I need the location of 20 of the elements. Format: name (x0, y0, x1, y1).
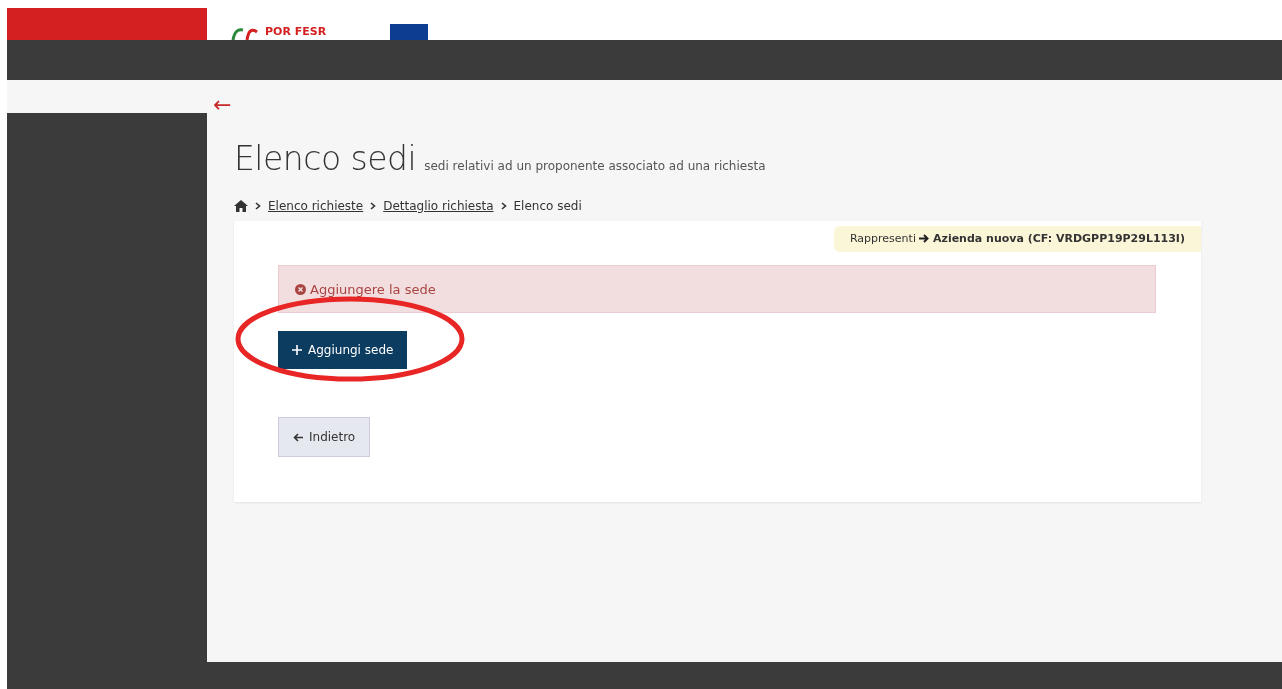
chevron-icon (255, 201, 261, 210)
home-icon[interactable] (234, 199, 248, 212)
page-title: Elenco sedi (234, 139, 417, 179)
arrow-icon (919, 233, 930, 243)
alert-message: Aggiungere la sede (278, 264, 1156, 313)
flag-icon (390, 24, 429, 40)
error-icon (295, 283, 306, 295)
breadcrumb-link[interactable]: Dettaglio richiesta (383, 196, 494, 215)
arrow-icon (293, 432, 303, 442)
breadcrumb-link[interactable]: Elenco richieste (268, 196, 364, 215)
breadcrumb-current: Elenco sedi (513, 197, 582, 215)
plus-icon (292, 345, 302, 356)
chevron-icon (370, 201, 377, 210)
back-link[interactable]: ← (213, 92, 232, 117)
page-subtitle: sedi relativi ad un proponente associato ad una richiesta (424, 158, 766, 175)
logo-text: POR FESR (265, 24, 327, 40)
back-button[interactable]: Indietro (278, 416, 371, 457)
add-button[interactable]: Aggiungi sede (278, 330, 408, 369)
chevron-icon (500, 201, 507, 210)
representation-badge: Rappresenti Azienda nuova (CF: VRDGPP19P29L113I) (833, 225, 1201, 253)
